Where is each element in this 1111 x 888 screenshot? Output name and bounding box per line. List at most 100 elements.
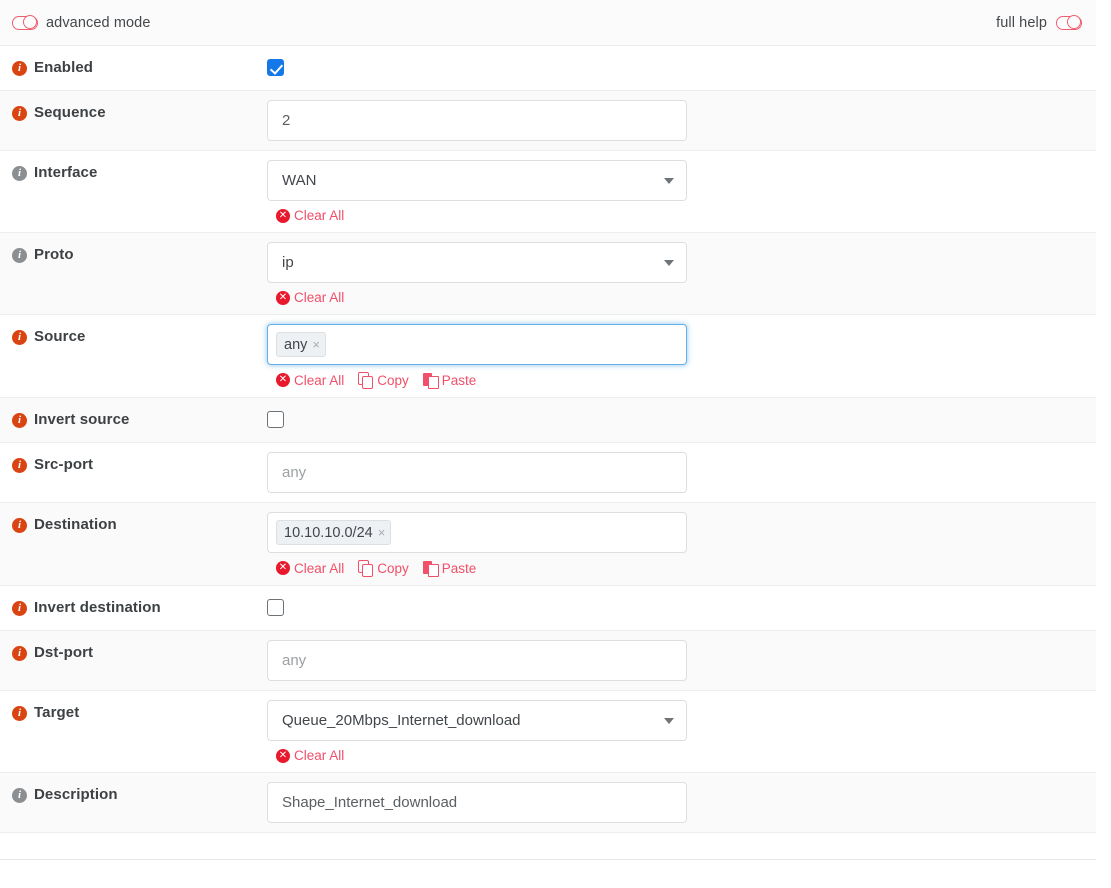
token-chip[interactable]: any × <box>276 332 326 357</box>
chevron-down-icon[interactable] <box>664 177 674 184</box>
select-interface[interactable]: WAN <box>267 160 687 201</box>
clear-icon: ✕ <box>276 561 290 575</box>
field-cell-sequence: 2 <box>254 91 1096 150</box>
clear-all-button-proto[interactable]: ✕ Clear All <box>276 290 344 305</box>
label-cell-sequence: i Sequence <box>0 91 254 135</box>
input-description[interactable]: Shape_Internet_download <box>267 782 687 823</box>
label-cell-invert-destination: i Invert destination <box>0 586 254 630</box>
info-icon[interactable]: i <box>12 458 27 473</box>
field-actions-destination: ✕ Clear All Copy Paste <box>267 560 1096 577</box>
top-toolbar: advanced mode full help <box>0 0 1096 46</box>
field-label-invert-source: Invert source <box>34 411 130 428</box>
label-cell-src-port: i Src-port <box>0 443 254 487</box>
form-row-source: i Source any × ✕ Clear All Copy Paste <box>0 315 1096 398</box>
label-cell-invert-source: i Invert source <box>0 398 254 442</box>
field-cell-src-port: any <box>254 443 1096 502</box>
clear-icon: ✕ <box>276 208 290 223</box>
select-value-proto: ip <box>282 254 294 271</box>
field-label-destination: Destination <box>34 516 117 533</box>
info-icon[interactable]: i <box>12 106 27 121</box>
form-row-description: i Description Shape_Internet_download <box>0 773 1096 833</box>
input-dst-port[interactable]: any <box>267 640 687 681</box>
label-cell-interface: i Interface <box>0 151 254 195</box>
field-actions-interface: ✕ Clear All <box>267 208 1096 223</box>
rule-form: i Enabled i Sequence 2 i Interface WAN ✕ Clear Al… <box>0 46 1096 833</box>
info-icon[interactable]: i <box>12 788 27 803</box>
token-label: any <box>284 336 308 353</box>
field-label-sequence: Sequence <box>34 104 106 121</box>
toggle-off-icon[interactable] <box>1056 14 1082 30</box>
field-cell-interface: WAN ✕ Clear All <box>254 151 1096 232</box>
field-label-invert-destination: Invert destination <box>34 599 161 616</box>
form-row-src-port: i Src-port any <box>0 443 1096 503</box>
full-help-toggle[interactable]: full help <box>996 15 1082 31</box>
label-cell-enabled: i Enabled <box>0 46 254 90</box>
field-cell-proto: ip ✕ Clear All <box>254 233 1096 314</box>
field-label-dst-port: Dst-port <box>34 644 94 661</box>
field-label-source: Source <box>34 328 86 345</box>
info-icon[interactable]: i <box>12 61 27 76</box>
info-icon[interactable]: i <box>12 248 27 263</box>
clear-all-label: Clear All <box>294 372 345 388</box>
label-cell-dst-port: i Dst-port <box>0 631 254 675</box>
toggle-off-icon[interactable] <box>12 14 38 30</box>
field-cell-target: Queue_20Mbps_Internet_download ✕ Clear All <box>254 691 1096 772</box>
form-row-dst-port: i Dst-port any <box>0 631 1096 691</box>
info-icon[interactable]: i <box>12 601 27 616</box>
info-icon[interactable]: i <box>12 166 27 181</box>
input-src-port[interactable]: any <box>267 452 687 493</box>
form-footer: Cancel Save <box>0 860 1096 888</box>
form-row-target: i Target Queue_20Mbps_Internet_download ✕ Cl… <box>0 691 1096 773</box>
clear-all-button-target[interactable]: ✕ Clear All <box>276 748 344 763</box>
field-cell-invert-source <box>254 398 1096 442</box>
checkbox-invert-destination[interactable] <box>267 599 284 616</box>
clear-all-button-source[interactable]: ✕ Clear All <box>276 373 344 388</box>
info-icon[interactable]: i <box>12 413 27 428</box>
clear-all-label: Clear All <box>294 560 345 576</box>
token-input-destination[interactable]: 10.10.10.0/24 × <box>267 512 687 553</box>
field-cell-invert-destination <box>254 586 1096 630</box>
paste-label: Paste <box>441 560 477 576</box>
copy-label: Copy <box>377 560 409 576</box>
chevron-down-icon[interactable] <box>664 259 674 266</box>
checkbox-enabled[interactable] <box>267 59 284 76</box>
copy-button-source[interactable]: Copy <box>358 372 409 389</box>
copy-button-destination[interactable]: Copy <box>358 560 409 577</box>
advanced-mode-toggle[interactable]: advanced mode <box>12 15 151 31</box>
info-icon[interactable]: i <box>12 706 27 721</box>
form-row-proto: i Proto ip ✕ Clear All <box>0 233 1096 315</box>
paste-button-destination[interactable]: Paste <box>422 560 477 577</box>
checkbox-invert-source[interactable] <box>267 411 284 428</box>
field-label-interface: Interface <box>34 164 98 181</box>
clear-all-label: Clear All <box>294 290 345 305</box>
form-row-sequence: i Sequence 2 <box>0 91 1096 151</box>
close-icon[interactable]: × <box>378 526 386 539</box>
label-cell-source: i Source <box>0 315 254 359</box>
field-actions-proto: ✕ Clear All <box>267 290 1096 305</box>
input-sequence[interactable]: 2 <box>267 100 687 141</box>
clear-icon: ✕ <box>276 748 290 763</box>
field-cell-destination: 10.10.10.0/24 × ✕ Clear All Copy Paste <box>254 503 1096 585</box>
copy-icon <box>358 372 374 389</box>
form-row-invert-destination: i Invert destination <box>0 586 1096 631</box>
token-label: 10.10.10.0/24 <box>284 524 373 541</box>
label-cell-description: i Description <box>0 773 254 817</box>
clear-all-button-interface[interactable]: ✕ Clear All <box>276 208 344 223</box>
close-icon[interactable]: × <box>312 338 320 351</box>
field-cell-description: Shape_Internet_download <box>254 773 1096 832</box>
token-chip[interactable]: 10.10.10.0/24 × <box>276 520 392 545</box>
token-input-source[interactable]: any × <box>267 324 687 365</box>
info-icon[interactable]: i <box>12 518 27 533</box>
form-row-interface: i Interface WAN ✕ Clear All <box>0 151 1096 233</box>
paste-button-source[interactable]: Paste <box>422 372 476 389</box>
clear-icon: ✕ <box>276 373 290 387</box>
select-target[interactable]: Queue_20Mbps_Internet_download <box>267 700 687 741</box>
chevron-down-icon[interactable] <box>664 717 674 724</box>
info-icon[interactable]: i <box>12 330 27 345</box>
clear-icon: ✕ <box>276 290 290 305</box>
info-icon[interactable]: i <box>12 646 27 661</box>
select-value-interface: WAN <box>282 172 317 189</box>
paste-icon <box>422 372 439 389</box>
select-proto[interactable]: ip <box>267 242 687 283</box>
clear-all-button-destination[interactable]: ✕ Clear All <box>276 561 344 576</box>
